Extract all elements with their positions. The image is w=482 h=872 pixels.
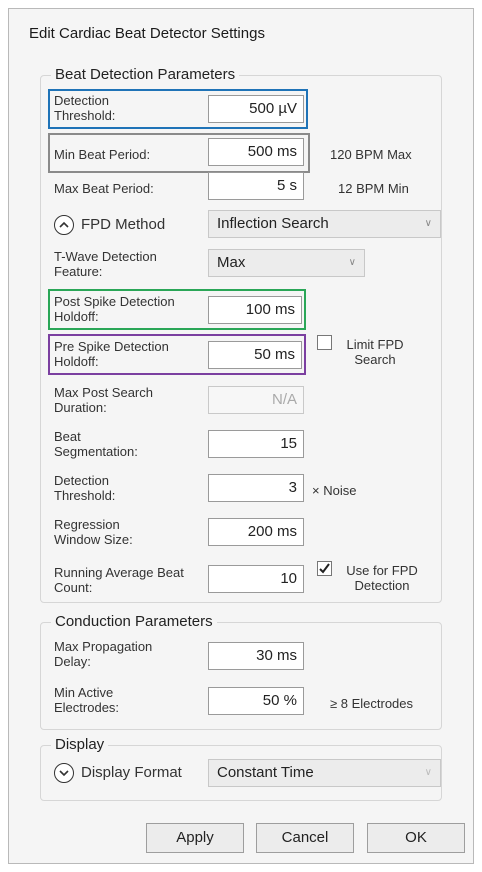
regression-window-input[interactable]: 200 ms: [208, 518, 304, 546]
twave-feature-label: T-Wave Detection Feature:: [54, 249, 157, 279]
chevron-down-icon: ∨: [424, 218, 432, 229]
max-propagation-delay-input[interactable]: 30 ms: [208, 642, 304, 670]
display-format-value: Constant Time: [217, 764, 314, 781]
chevron-down-icon: ∨: [424, 767, 432, 778]
display-group-label: Display: [51, 736, 109, 753]
running-average-input[interactable]: 10: [208, 565, 304, 593]
running-average-label: Running Average Beat Count:: [54, 565, 184, 595]
detection-threshold-noise-input[interactable]: 3: [208, 474, 304, 502]
use-for-fpd-checkbox[interactable]: [317, 561, 332, 576]
noise-unit-note: × Noise: [312, 483, 357, 498]
pre-spike-holdoff-label: Pre Spike Detection Holdoff:: [54, 339, 169, 369]
beat-segmentation-label: Beat Segmentation:: [54, 429, 138, 459]
detection-threshold-label: Detection Threshold:: [54, 93, 116, 123]
beat-segmentation-input[interactable]: 15: [208, 430, 304, 458]
regression-window-label: Regression Window Size:: [54, 517, 133, 547]
max-beat-period-note: 12 BPM Min: [338, 181, 409, 196]
max-post-search-label: Max Post Search Duration:: [54, 385, 153, 415]
pre-spike-holdoff-input[interactable]: 50 ms: [208, 341, 302, 369]
display-format-select[interactable]: Constant Time ∨: [208, 759, 441, 787]
min-beat-period-note: 120 BPM Max: [330, 147, 412, 162]
min-beat-period-label: Min Beat Period:: [54, 147, 151, 162]
min-active-electrodes-note: ≥ 8 Electrodes: [330, 696, 414, 711]
limit-fpd-search-checkbox[interactable]: [317, 335, 332, 350]
post-spike-holdoff-input[interactable]: 100 ms: [208, 296, 302, 324]
apply-button[interactable]: Apply: [146, 823, 244, 853]
fpd-method-value: Inflection Search: [217, 215, 329, 232]
max-propagation-delay-label: Max Propagation Delay:: [54, 639, 153, 669]
twave-feature-select[interactable]: Max ∨: [208, 249, 365, 277]
detection-threshold-input[interactable]: 500 µV: [208, 95, 304, 123]
max-beat-period-input[interactable]: 5 s: [208, 172, 304, 200]
detection-threshold-noise-label: Detection Threshold:: [54, 473, 116, 503]
max-beat-period-label: Max Beat Period:: [54, 181, 154, 196]
chevron-up-icon[interactable]: [54, 215, 74, 235]
min-beat-period-input[interactable]: 500 ms: [208, 138, 304, 166]
min-active-electrodes-input[interactable]: 50 %: [208, 687, 304, 715]
chevron-down-icon[interactable]: [54, 763, 74, 783]
display-format-label: Display Format: [81, 764, 182, 781]
ok-button[interactable]: OK: [367, 823, 465, 853]
checkmark-icon: [319, 563, 330, 574]
chevron-down-icon: ∨: [348, 257, 356, 268]
twave-feature-value: Max: [217, 254, 246, 271]
limit-fpd-search-label: Limit FPD Search: [346, 337, 404, 367]
fpd-method-select[interactable]: Inflection Search ∨: [208, 210, 441, 238]
post-spike-holdoff-label: Post Spike Detection Holdoff:: [54, 294, 175, 324]
conduction-group-label: Conduction Parameters: [51, 613, 217, 630]
dialog-title: Edit Cardiac Beat Detector Settings: [29, 25, 265, 42]
fpd-method-label: FPD Method: [81, 216, 166, 233]
max-post-search-input[interactable]: N/A: [208, 386, 304, 414]
beat-detection-group-label: Beat Detection Parameters: [51, 66, 240, 83]
use-for-fpd-label: Use for FPD Detection: [346, 563, 418, 593]
cancel-button[interactable]: Cancel: [256, 823, 354, 853]
min-active-electrodes-label: Min Active Electrodes:: [54, 685, 120, 715]
